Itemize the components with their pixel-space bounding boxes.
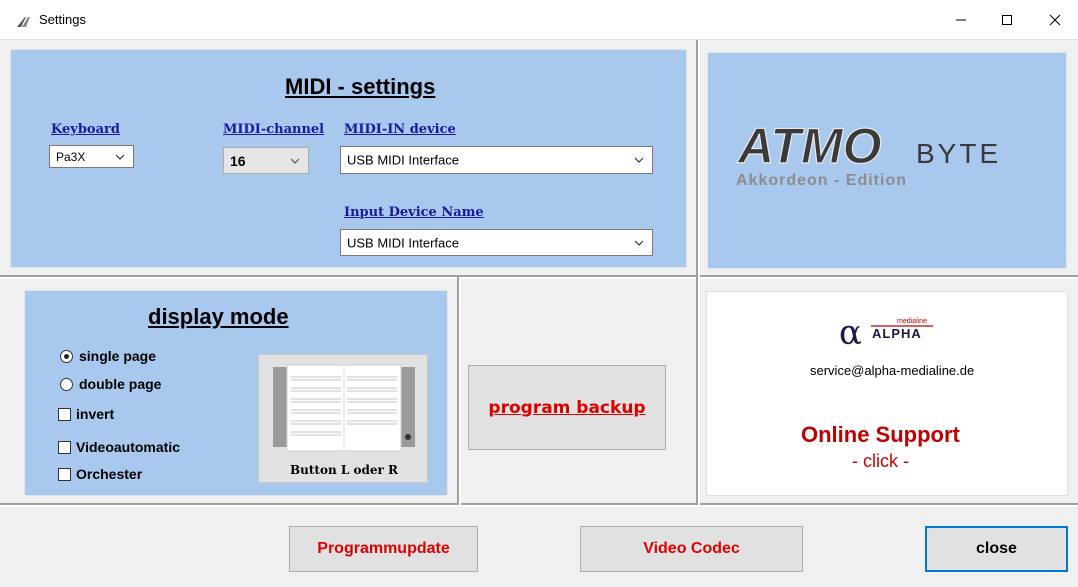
minimize-icon (956, 19, 966, 21)
separator-v2 (457, 277, 461, 505)
checkbox-videoautomatic-label: Videoautomatic (76, 439, 180, 455)
minimize-button[interactable] (938, 0, 984, 40)
logo-panel: ATMO BYTE Akkordeon - Edition (707, 52, 1067, 269)
video-codec-button[interactable]: Video Codec (580, 526, 803, 572)
close-button[interactable]: close (925, 526, 1068, 572)
support-email: service@alpha-medialine.de (810, 363, 975, 378)
radio-single-page[interactable]: single page (60, 348, 156, 364)
maximize-icon (1002, 15, 1012, 25)
checkbox-indicator (58, 440, 71, 454)
midi-in-device-select[interactable]: USB MIDI Interface (340, 146, 653, 174)
logo-atmo-text: ATMO (736, 118, 882, 174)
checkbox-indicator (58, 407, 71, 421)
checkbox-indicator (58, 467, 71, 481)
input-device-name-value: USB MIDI Interface (347, 235, 459, 250)
keyboard-value: Pa3X (56, 149, 86, 164)
checkbox-videoautomatic[interactable]: Videoautomatic (58, 439, 180, 455)
title-bar: Settings (0, 0, 1078, 40)
midi-in-device-value: USB MIDI Interface (347, 152, 459, 168)
display-mode-preview[interactable]: Button L oder R (258, 354, 428, 483)
alpha-brand-text: ALPHA (872, 326, 922, 341)
separator-top (0, 275, 1078, 279)
checkbox-orchester[interactable]: Orchester (58, 466, 142, 482)
online-support-panel[interactable]: α medialine ALPHA service@alpha-medialin… (706, 291, 1068, 496)
window-title: Settings (39, 12, 86, 27)
checkbox-orchester-label: Orchester (76, 466, 143, 482)
client-area: MIDI - settings Keyboard Pa3X MIDI-chann… (0, 40, 1078, 587)
programmupdate-button[interactable]: Programmupdate (289, 526, 478, 572)
separator-v1 (696, 40, 700, 277)
input-device-name-label: Input Device Name (344, 205, 484, 220)
separator-bottom (0, 503, 1078, 507)
midi-channel-select[interactable]: 16 (223, 147, 309, 174)
atmobyte-logo: ATMO BYTE Akkordeon - Edition (735, 117, 1001, 189)
sheet-music-preview-image (273, 364, 415, 452)
checkbox-invert-label: invert (76, 406, 115, 422)
keyboard-label: Keyboard (51, 122, 120, 137)
radio-indicator (60, 349, 73, 363)
chevron-down-icon (115, 154, 125, 160)
program-backup-button[interactable]: program backup (468, 365, 666, 450)
midi-settings-heading: MIDI - settings (285, 74, 436, 99)
app-icon (17, 17, 30, 27)
maximize-button[interactable] (984, 0, 1030, 40)
logo-edition-text: Akkordeon - Edition (736, 172, 907, 189)
click-text: - click - (852, 451, 909, 471)
radio-indicator (60, 377, 73, 391)
keyboard-select[interactable]: Pa3X (49, 145, 134, 168)
midi-in-device-label: MIDI-IN device (344, 122, 456, 137)
logo-byte-text: BYTE (916, 138, 1001, 169)
separator-v3 (696, 277, 700, 505)
chevron-down-icon (634, 157, 644, 163)
midi-settings-panel: MIDI - settings Keyboard Pa3X MIDI-chann… (10, 49, 687, 268)
radio-double-page[interactable]: double page (60, 376, 161, 392)
online-support-text: Online Support (801, 422, 960, 447)
radio-single-page-label: single page (79, 348, 157, 364)
preview-caption: Button L oder R (290, 463, 398, 477)
alpha-small-text: medialine (897, 318, 927, 325)
radio-double-page-label: double page (79, 376, 162, 392)
checkbox-invert[interactable]: invert (58, 406, 114, 422)
alpha-medialine-logo: α medialine ALPHA (839, 314, 933, 350)
close-window-button[interactable] (1032, 0, 1078, 40)
svg-text:α: α (839, 314, 862, 350)
chevron-down-icon (634, 240, 644, 246)
chevron-down-icon (290, 158, 300, 164)
close-icon (1049, 14, 1061, 26)
midi-channel-label: MIDI-channel (223, 122, 325, 137)
midi-channel-value: 16 (230, 152, 246, 169)
input-device-name-select[interactable]: USB MIDI Interface (340, 229, 653, 256)
display-mode-heading: display mode (148, 304, 289, 329)
